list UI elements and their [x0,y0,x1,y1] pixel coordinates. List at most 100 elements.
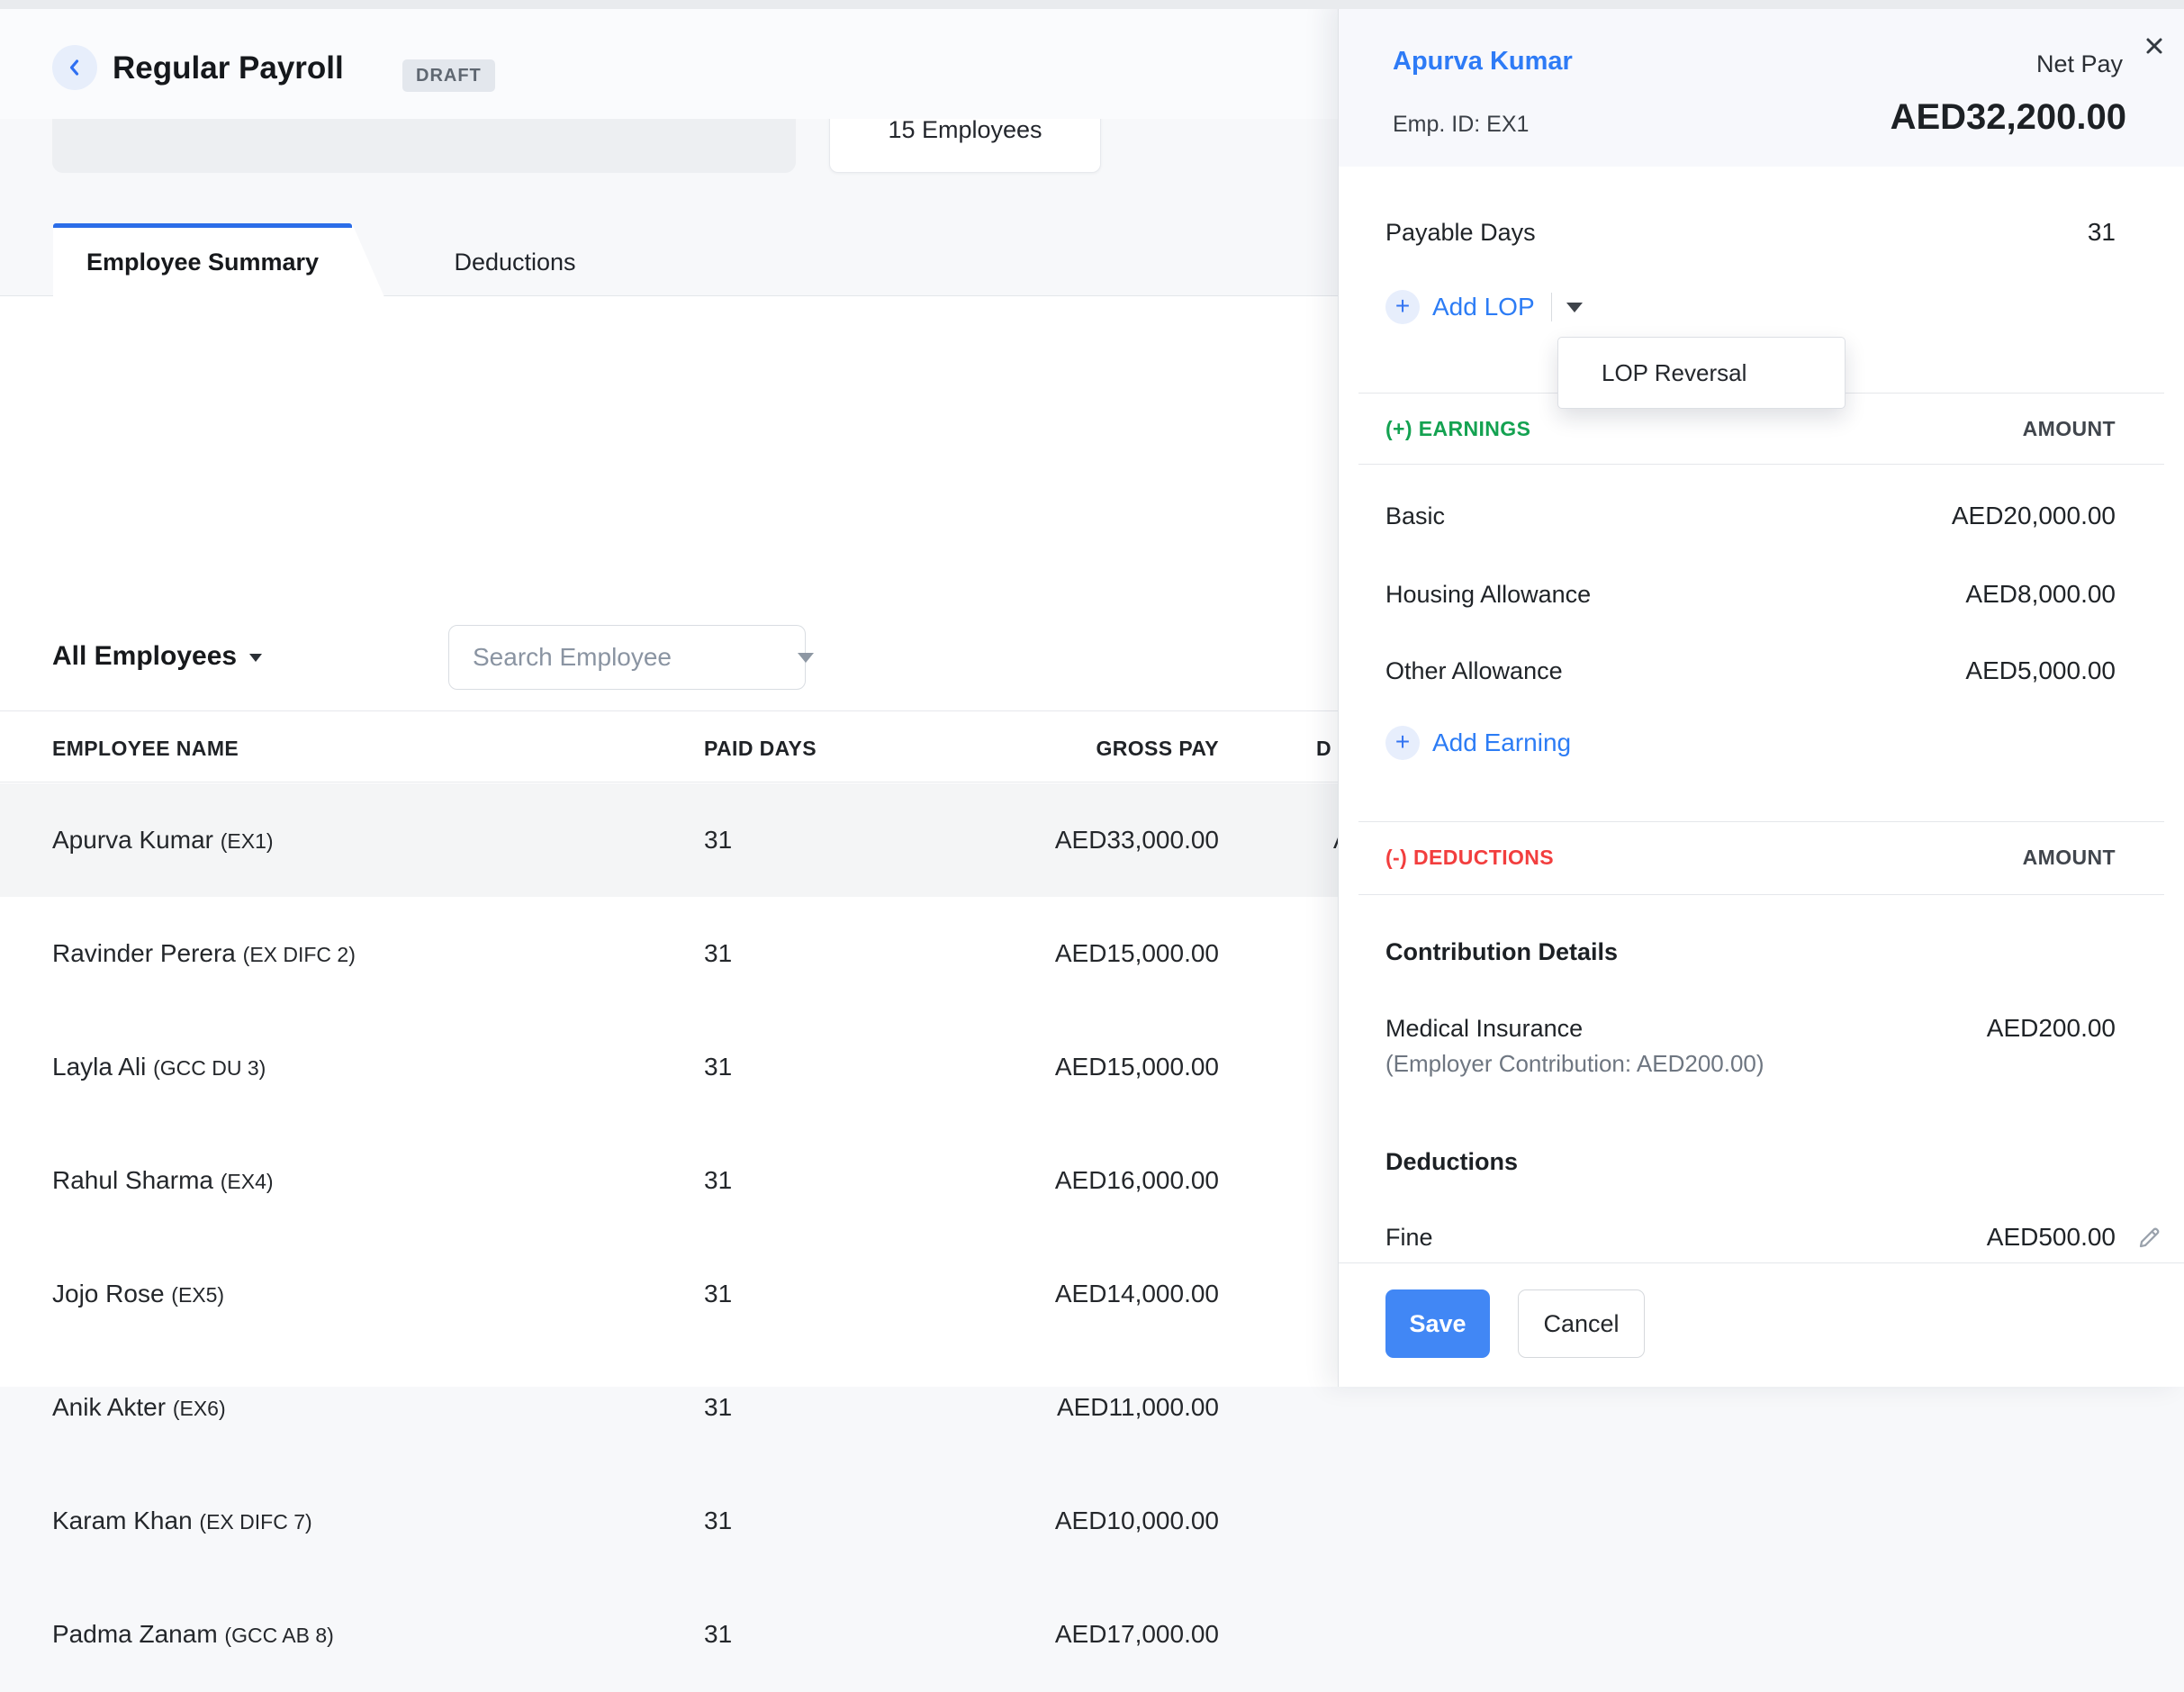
section-divider [1358,821,2164,822]
employees-count-label: 15 Employees [830,116,1100,144]
deductions-title-row: Deductions [1385,1144,2116,1180]
employee-name: Ravinder Perera [52,939,236,967]
back-button[interactable] [52,45,97,90]
add-lop-label: Add LOP [1432,293,1535,321]
menu-item-lop-reversal[interactable]: LOP Reversal [1558,338,1845,408]
employee-name: Rahul Sharma [52,1166,213,1194]
employee-name: Anik Akter [52,1393,166,1421]
window-top-strip [0,0,2184,9]
employee-name: Padma Zanam [52,1620,218,1648]
employee-id: (EX5) [171,1283,224,1307]
col-header-gross-pay: GROSS PAY [947,728,1219,768]
gross-pay: AED17,000.00 [947,1578,1219,1691]
earnings-section-header: (+) EARNINGS AMOUNT [1385,411,2116,447]
employee-id: (GCC AB 8) [224,1624,333,1647]
earning-row: Other Allowance AED5,000.00 [1385,653,2116,689]
chevron-down-icon [249,654,262,662]
employee-filter-label: All Employees [52,641,237,671]
earning-amount: AED8,000.00 [1965,580,2116,609]
earnings-header-label: (+) EARNINGS [1385,417,1530,441]
gross-pay: AED11,000.00 [947,1351,1219,1464]
employee-id-text: Emp. ID: EX1 [1393,112,1529,138]
lop-dropdown-menu: LOP Reversal [1557,337,1846,409]
employee-id: (EX DIFC 2) [243,943,356,966]
employee-filter-dropdown[interactable]: All Employees [52,641,262,672]
col-header-deductions-clipped: D [1316,728,1331,768]
chevron-left-icon [63,56,86,79]
employee-name: Jojo Rose [52,1280,165,1307]
net-pay-amount: AED32,200.00 [1891,97,2126,138]
earning-amount: AED5,000.00 [1965,656,2116,685]
section-divider [1358,464,2164,465]
employee-name-link[interactable]: Apurva Kumar [1393,47,1573,77]
section-divider [1358,894,2164,895]
gross-pay: AED14,000.00 [947,1237,1219,1351]
payable-days-row: Payable Days 31 [1385,214,2116,250]
edit-fine-button[interactable] [2135,1223,2164,1252]
employee-id: (EX DIFC 7) [199,1510,311,1534]
earning-label: Other Allowance [1385,657,1563,685]
employee-id: (EX4) [221,1170,274,1193]
payable-days-label: Payable Days [1385,219,1536,247]
close-button[interactable] [2141,32,2168,59]
paid-days: 31 [704,1237,732,1351]
table-row[interactable]: Karam Khan (EX DIFC 7) 31 AED10,000.00 [0,1464,2184,1578]
deductions-header-label: (-) DEDUCTIONS [1385,846,1554,870]
employee-name: Apurva Kumar [52,826,213,854]
contribution-label: Medical Insurance [1385,1015,1583,1043]
employee-id: (EX1) [221,829,274,853]
earning-row: Basic AED20,000.00 [1385,498,2116,534]
employee-id: (GCC DU 3) [153,1056,266,1080]
gross-pay: AED16,000.00 [947,1124,1219,1237]
chevron-down-icon[interactable] [798,653,814,663]
employee-id: (EX6) [173,1397,226,1420]
pencil-icon [2135,1223,2164,1252]
contribution-row: Medical Insurance AED200.00 [1385,1010,2116,1046]
panel-footer: Save Cancel [1385,1289,1645,1358]
deductions-section-header: (-) DEDUCTIONS AMOUNT [1385,839,2116,875]
employee-name: Layla Ali [52,1053,146,1081]
payable-days-value: 31 [2088,218,2116,247]
paid-days: 31 [704,783,732,897]
page-title: Regular Payroll [113,50,344,86]
contribution-amount: AED200.00 [1987,1014,2116,1043]
chevron-down-icon[interactable] [1566,303,1583,312]
col-header-employee-name: EMPLOYEE NAME [52,728,239,768]
employer-contribution-note: (Employer Contribution: AED200.00) [1385,1050,1764,1078]
paid-days: 31 [704,1124,732,1237]
add-lop-button[interactable]: + Add LOP [1385,290,1583,324]
gross-pay: AED33,000.00 [947,783,1219,897]
search-input[interactable] [473,643,798,672]
employee-name: Karam Khan [52,1507,193,1534]
col-header-paid-days: PAID DAYS [704,728,817,768]
gross-pay: AED10,000.00 [947,1464,1219,1578]
earning-row: Housing Allowance AED8,000.00 [1385,576,2116,612]
deduction-label: Fine [1385,1224,1433,1252]
paid-days: 31 [704,897,732,1010]
earning-amount: AED20,000.00 [1952,502,2116,530]
contribution-details-title-row: Contribution Details [1385,934,2116,970]
table-row[interactable]: Padma Zanam (GCC AB 8) 31 AED17,000.00 [0,1578,2184,1691]
earning-label: Housing Allowance [1385,581,1591,609]
paid-days: 31 [704,1578,732,1691]
deduction-row: Fine AED500.00 [1385,1219,2116,1255]
add-earning-button[interactable]: + Add Earning [1385,726,1571,760]
tab-employee-summary[interactable]: Employee Summary [53,223,352,297]
status-badge: DRAFT [402,59,495,92]
earning-label: Basic [1385,502,1445,530]
save-button[interactable]: Save [1385,1289,1490,1358]
employee-search-combobox[interactable] [448,625,806,690]
plus-icon: + [1385,726,1420,760]
net-pay-label: Net Pay [2036,50,2123,78]
close-icon [2141,32,2168,59]
deductions-amount-header: AMOUNT [2023,846,2116,870]
button-divider [1551,293,1552,321]
plus-icon: + [1385,290,1420,324]
panel-header: Apurva Kumar Net Pay Emp. ID: EX1 AED32,… [1339,0,2184,167]
gross-pay: AED15,000.00 [947,1010,1219,1124]
employee-detail-panel: Apurva Kumar Net Pay Emp. ID: EX1 AED32,… [1338,0,2184,1387]
tab-deductions[interactable]: Deductions [407,223,623,297]
deductions-title: Deductions [1385,1148,1518,1176]
cancel-button[interactable]: Cancel [1518,1289,1645,1358]
paid-days: 31 [704,1010,732,1124]
